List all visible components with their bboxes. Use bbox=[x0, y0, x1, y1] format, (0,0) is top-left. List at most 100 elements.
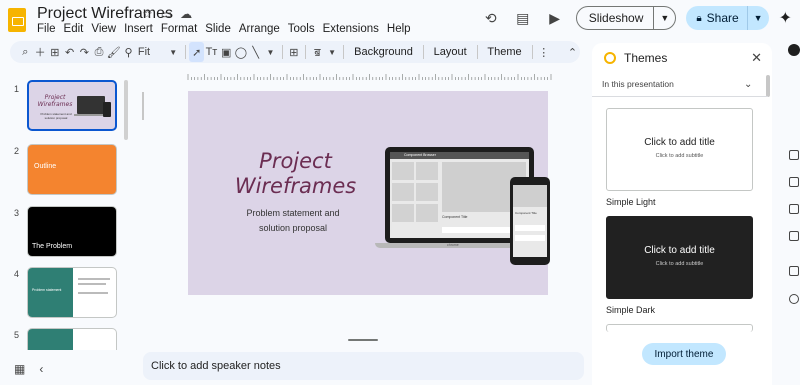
image-icon[interactable]: ▣ bbox=[219, 42, 234, 62]
layout-button[interactable]: Layout bbox=[428, 46, 473, 58]
slide-canvas[interactable]: Project Wireframes Problem statement and… bbox=[188, 91, 550, 295]
chevron-down-icon[interactable]: ▼ bbox=[653, 7, 675, 29]
phone-component-title: Component Title bbox=[515, 211, 537, 215]
menu-view[interactable]: View bbox=[91, 23, 116, 35]
select-cursor-icon[interactable]: ➚ bbox=[189, 42, 205, 62]
comments-icon[interactable]: ▤ bbox=[512, 7, 534, 29]
menu-arrange[interactable]: Arrange bbox=[239, 23, 280, 35]
paint-format-icon[interactable]: 🖌︎ bbox=[106, 42, 121, 62]
slide-number: 3 bbox=[14, 208, 20, 218]
slide-subtitle[interactable]: Problem statement and solution proposal bbox=[228, 206, 358, 236]
app-header-bar: Component Browser bbox=[390, 152, 529, 159]
theme-button[interactable]: Theme bbox=[481, 46, 527, 58]
meet-video-icon[interactable]: ▶ bbox=[544, 7, 566, 29]
slide-thumbnail-5[interactable] bbox=[27, 328, 117, 350]
calendar-app-icon[interactable] bbox=[788, 44, 800, 56]
menu-file[interactable]: File bbox=[37, 23, 56, 35]
theme-section-label[interactable]: In this presentation bbox=[602, 79, 674, 89]
menu-extensions[interactable]: Extensions bbox=[323, 23, 379, 35]
filmstrip-scrollbar[interactable] bbox=[124, 80, 128, 140]
share-button[interactable]: 🔒︎ Share ▼ bbox=[686, 6, 769, 30]
component-title: Component Title bbox=[442, 215, 468, 219]
text-box-icon[interactable]: Tт bbox=[204, 42, 219, 62]
slide-thumbnail-3[interactable]: The Problem bbox=[27, 206, 117, 257]
contacts-icon[interactable] bbox=[789, 204, 799, 214]
new-slide-layout-icon[interactable]: ⊞ bbox=[47, 42, 62, 62]
add-on-icon[interactable] bbox=[789, 294, 799, 304]
play-icon[interactable] bbox=[789, 266, 799, 276]
background-button[interactable]: Background bbox=[348, 46, 419, 58]
chevron-down-icon[interactable]: ▼ bbox=[325, 42, 340, 62]
zoom-icon[interactable]: ⚲ bbox=[121, 42, 136, 62]
new-slide-icon[interactable]: ＋ bbox=[33, 42, 48, 62]
collapse-filmstrip-icon[interactable]: ‹ bbox=[39, 362, 43, 376]
phone-mockup-image[interactable]: Component Title bbox=[510, 177, 550, 265]
print-icon[interactable]: ⎙ bbox=[92, 42, 107, 62]
palette-icon bbox=[604, 52, 616, 64]
theme-preview-subtitle: Click to add subtitle bbox=[655, 153, 704, 159]
more-options-icon[interactable]: ⋮ bbox=[536, 42, 551, 62]
app-header: Project Wireframes ☆ ▭ ☁ File Edit View … bbox=[0, 0, 800, 40]
notes-resize-handle[interactable] bbox=[348, 339, 378, 341]
theme-card-next[interactable] bbox=[606, 324, 753, 332]
thumb-title: Outline bbox=[34, 163, 57, 170]
divider bbox=[476, 45, 478, 59]
slide-number: 5 bbox=[14, 330, 20, 340]
side-panel-rail bbox=[786, 44, 800, 384]
phone-image-placeholder bbox=[513, 185, 547, 207]
gemini-sparkle-icon[interactable]: ✦ bbox=[779, 8, 792, 28]
maps-icon[interactable] bbox=[789, 231, 799, 241]
chevron-down-icon[interactable]: ⌄ bbox=[744, 79, 752, 90]
thumb-laptop bbox=[77, 96, 105, 114]
chevron-down-icon[interactable]: ▼ bbox=[746, 6, 769, 30]
keep-icon[interactable] bbox=[789, 150, 799, 160]
menu-format[interactable]: Format bbox=[161, 23, 197, 35]
theme-preview-title: Click to add title bbox=[644, 245, 715, 256]
share-main[interactable]: 🔒︎ Share bbox=[686, 11, 746, 25]
themes-scrollbar[interactable] bbox=[766, 75, 770, 97]
version-history-icon[interactable]: ⟲ bbox=[480, 7, 502, 29]
import-theme-button[interactable]: Import theme bbox=[642, 343, 726, 365]
slideshow-button[interactable]: Slideshow ▼ bbox=[575, 6, 677, 30]
zoom-select[interactable]: Fit bbox=[136, 46, 166, 58]
menu-tools[interactable]: Tools bbox=[288, 23, 315, 35]
close-icon[interactable]: ✕ bbox=[751, 50, 762, 66]
slide-thumbnail-2[interactable]: Outline bbox=[27, 144, 117, 195]
view-toggles: ▦ ‹ bbox=[14, 362, 43, 376]
thumb-text-line bbox=[78, 278, 110, 280]
slides-logo-icon[interactable] bbox=[8, 8, 26, 32]
slide-title[interactable]: Project Wireframes bbox=[218, 149, 373, 199]
collapse-toolbar-icon[interactable]: ⌃ bbox=[565, 42, 580, 62]
move-folder-icon[interactable]: ▭ bbox=[161, 7, 172, 21]
menu-slide[interactable]: Slide bbox=[205, 23, 231, 35]
phone-list-row bbox=[515, 225, 545, 231]
theme-card-simple-light[interactable]: Click to add title Click to add subtitle bbox=[606, 108, 753, 191]
undo-icon[interactable]: ↶ bbox=[62, 42, 77, 62]
menu-insert[interactable]: Insert bbox=[124, 23, 153, 35]
theme-preview-subtitle: Click to add subtitle bbox=[655, 261, 704, 267]
redo-icon[interactable]: ↷ bbox=[77, 42, 92, 62]
theme-name: Simple Light bbox=[606, 197, 656, 207]
title-actions: ☆ ▭ ☁ bbox=[142, 7, 192, 21]
add-comment-icon[interactable]: ⊞ bbox=[287, 42, 302, 62]
chevron-down-icon[interactable]: ▼ bbox=[166, 42, 181, 62]
menu-edit[interactable]: Edit bbox=[64, 23, 84, 35]
slide-thumbnail-1[interactable]: Project Wireframes Problem statement and… bbox=[27, 80, 117, 131]
speaker-notes[interactable]: Click to add speaker notes bbox=[143, 352, 584, 380]
thumb-phone bbox=[103, 102, 111, 117]
line-icon[interactable]: ╲ bbox=[248, 42, 263, 62]
slideshow-label[interactable]: Slideshow bbox=[577, 11, 654, 25]
slide-thumbnail-4[interactable]: Problem statement bbox=[27, 267, 117, 318]
cloud-saved-icon[interactable]: ☁ bbox=[180, 7, 192, 21]
shape-icon[interactable]: ◯ bbox=[234, 42, 249, 62]
slide-subtitle-line: Problem statement and bbox=[246, 208, 340, 218]
menu-help[interactable]: Help bbox=[387, 23, 411, 35]
star-icon[interactable]: ☆ bbox=[142, 7, 153, 21]
grid-view-icon[interactable]: ▦ bbox=[14, 362, 25, 376]
phone-screen: Component Title bbox=[513, 185, 547, 257]
chevron-down-icon[interactable]: ▼ bbox=[263, 42, 278, 62]
tasks-icon[interactable] bbox=[789, 177, 799, 187]
input-tools-icon[interactable]: ॿ bbox=[310, 42, 325, 62]
theme-card-simple-dark[interactable]: Click to add title Click to add subtitle bbox=[606, 216, 753, 299]
search-menus-icon[interactable]: ⌕ bbox=[18, 42, 33, 62]
